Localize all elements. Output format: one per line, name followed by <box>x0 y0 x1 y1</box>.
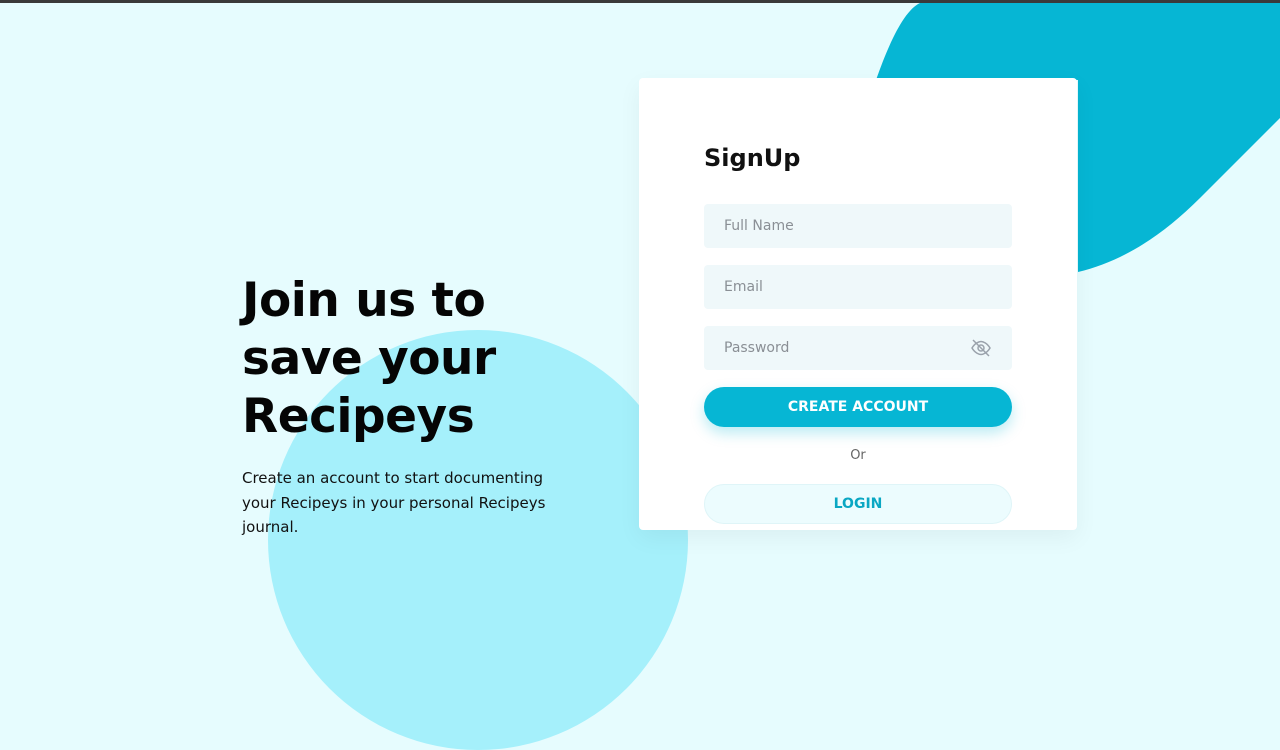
login-button[interactable]: LOGIN <box>704 484 1012 524</box>
hero-title-line-1: Join us to <box>242 273 486 328</box>
password-field <box>704 326 1012 370</box>
signup-card: SignUp CREATE ACCOUNT Or LOGIN <box>639 78 1077 530</box>
hero-title: Join us to save your Recipeys <box>242 272 602 446</box>
create-account-button[interactable]: CREATE ACCOUNT <box>704 387 1012 427</box>
full-name-field <box>704 204 1012 248</box>
hero-description: Create an account to start documenting y… <box>242 469 546 536</box>
or-divider-label: Or <box>850 448 866 463</box>
hero-title-line-2: save your <box>242 331 496 386</box>
full-name-input[interactable] <box>704 204 1012 248</box>
hero-title-line-3: Recipeys <box>242 389 475 444</box>
signup-title: SignUp <box>704 144 801 172</box>
password-input[interactable] <box>704 326 1012 370</box>
eye-off-icon[interactable] <box>970 338 992 358</box>
email-input[interactable] <box>704 265 1012 309</box>
hero-section: Join us to save your Recipeys Create an … <box>242 272 602 540</box>
email-field <box>704 265 1012 309</box>
